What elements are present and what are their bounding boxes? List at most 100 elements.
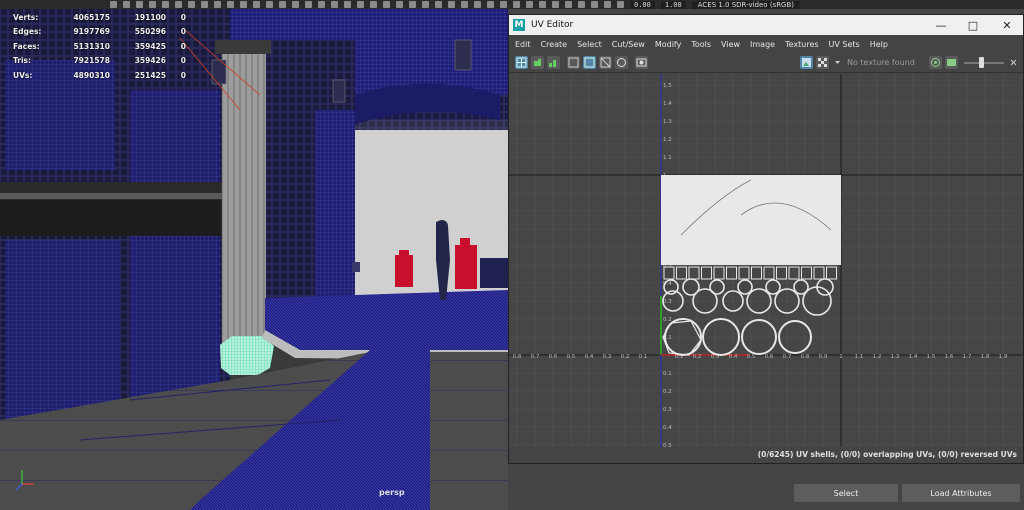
color-management-icon[interactable] — [929, 56, 942, 69]
tool-icon[interactable] — [578, 1, 585, 8]
tool-icon[interactable] — [500, 1, 507, 8]
menu-view[interactable]: View — [721, 40, 740, 49]
tool-icon[interactable] — [565, 1, 572, 8]
tool-icon[interactable] — [409, 1, 416, 8]
minimize-icon[interactable]: — — [925, 15, 957, 35]
u-tick-label: 0.6 — [765, 354, 774, 360]
tool-icon[interactable] — [162, 1, 169, 8]
tool-icon[interactable] — [266, 1, 273, 8]
tool-settings-icon[interactable] — [1007, 56, 1020, 69]
tool-icon[interactable] — [370, 1, 377, 8]
menu-help[interactable]: Help — [870, 40, 888, 49]
u-tick-label: 1.6 — [945, 354, 954, 360]
tool-icon[interactable] — [422, 1, 429, 8]
tool-icon[interactable] — [513, 1, 520, 8]
image-display-icon[interactable] — [800, 56, 813, 69]
tool-icon[interactable] — [149, 1, 156, 8]
tool-icon[interactable] — [240, 1, 247, 8]
u-tick-label: 1.2 — [873, 354, 882, 360]
tool-icon[interactable] — [292, 1, 299, 8]
tool-icon[interactable] — [253, 1, 260, 8]
axis-gizmo-icon — [15, 470, 34, 491]
display-border-icon[interactable] — [599, 56, 612, 69]
checker-icon[interactable] — [816, 56, 829, 69]
u-tick-label: 0.4 — [585, 354, 594, 360]
uv-stats-icon[interactable] — [547, 56, 560, 69]
u-tick-label: 1.8 — [981, 354, 990, 360]
menu-edit[interactable]: Edit — [515, 40, 531, 49]
tool-icon[interactable] — [487, 1, 494, 8]
tool-icon[interactable] — [526, 1, 533, 8]
menu-image[interactable]: Image — [750, 40, 775, 49]
uv-grid-icon[interactable] — [515, 56, 528, 69]
maximize-icon[interactable]: □ — [957, 15, 989, 35]
uv-editor-titlebar[interactable]: M UV Editor — □ ✕ — [509, 15, 1023, 35]
tool-icon[interactable] — [357, 1, 364, 8]
u-tick-label: 1.1 — [855, 354, 864, 360]
uv-shell — [801, 266, 812, 280]
exposure-field[interactable]: 0.00 — [630, 0, 655, 9]
poly-count-hud: Verts: 4065175 191100 0 Edges: 9197769 5… — [0, 10, 186, 83]
tool-icon[interactable] — [331, 1, 338, 8]
tool-icon[interactable] — [305, 1, 312, 8]
uv-shell — [726, 266, 737, 280]
tool-icon[interactable] — [344, 1, 351, 8]
menu-textures[interactable]: Textures — [785, 40, 818, 49]
tool-icon[interactable] — [461, 1, 468, 8]
snapshot-icon[interactable] — [635, 56, 648, 69]
tool-icon[interactable] — [227, 1, 234, 8]
tool-icon[interactable] — [279, 1, 286, 8]
tool-icon[interactable] — [214, 1, 221, 8]
uv-shell — [826, 266, 837, 280]
tool-icon[interactable] — [617, 1, 624, 8]
menu-modify[interactable]: Modify — [655, 40, 682, 49]
tool-icon[interactable] — [123, 1, 130, 8]
menu-cut-sew[interactable]: Cut/Sew — [612, 40, 645, 49]
tool-icon[interactable] — [604, 1, 611, 8]
gamma-field[interactable]: 1.00 — [660, 0, 686, 9]
color-space-dropdown[interactable]: ACES 1.0 SDR-video (sRGB) — [691, 0, 801, 9]
tool-icon[interactable] — [188, 1, 195, 8]
u-tick-label: 1.3 — [891, 354, 900, 360]
tool-icon[interactable] — [201, 1, 208, 8]
tool-icon[interactable] — [110, 1, 117, 8]
tool-icon[interactable] — [552, 1, 559, 8]
load-attributes-button[interactable]: Load Attributes — [902, 484, 1020, 502]
uv-texture-space[interactable]: 0.8 0.7 0.6 0.5 0.4 0.3 0.2 0.1 0.1 0.2 0.3 0.4 0.5 0… — [509, 74, 1023, 447]
tool-icon[interactable] — [474, 1, 481, 8]
tool-icon[interactable] — [175, 1, 182, 8]
checker-shade-icon[interactable] — [567, 56, 580, 69]
image-range-icon[interactable] — [945, 56, 958, 69]
hud-value: 359426 — [134, 56, 166, 66]
uv-editor-window: M UV Editor — □ ✕ Edit Create Select Cut… — [508, 14, 1024, 464]
menu-create[interactable]: Create — [541, 40, 568, 49]
hud-value: 7921578 — [73, 56, 110, 66]
hud-value: 0 — [180, 41, 186, 51]
tool-icon[interactable] — [318, 1, 325, 8]
u-tick-label: 0.1 — [639, 354, 648, 360]
uv-shell — [813, 266, 825, 280]
main-toolbar: 0.00 1.00 ACES 1.0 SDR-video (sRGB) — [0, 0, 1024, 9]
tool-icon[interactable] — [136, 1, 143, 8]
hud-row-tris: Tris: 7921578 359426 0 — [0, 54, 186, 69]
distortion-icon[interactable] — [615, 56, 628, 69]
exposure-slider[interactable] — [964, 62, 1004, 64]
tool-icon[interactable] — [383, 1, 390, 8]
chevron-down-icon[interactable] — [831, 56, 844, 69]
viewport-persp[interactable]: Verts: 4065175 191100 0 Edges: 9197769 5… — [0, 0, 508, 510]
tool-icon[interactable] — [591, 1, 598, 8]
tool-icon[interactable] — [396, 1, 403, 8]
tool-icon[interactable] — [435, 1, 442, 8]
exposure-slider-handle[interactable] — [979, 57, 984, 68]
uv-shell-icon[interactable] — [531, 56, 544, 69]
hud-label: Tris: — [13, 56, 32, 66]
hud-label: Verts: — [13, 12, 39, 22]
select-button[interactable]: Select — [794, 484, 898, 502]
menu-uv-sets[interactable]: UV Sets — [829, 40, 860, 49]
display-grid-icon[interactable] — [583, 56, 596, 69]
tool-icon[interactable] — [448, 1, 455, 8]
menu-select[interactable]: Select — [577, 40, 602, 49]
close-icon[interactable]: ✕ — [991, 15, 1023, 35]
menu-tools[interactable]: Tools — [691, 40, 711, 49]
tool-icon[interactable] — [539, 1, 546, 8]
